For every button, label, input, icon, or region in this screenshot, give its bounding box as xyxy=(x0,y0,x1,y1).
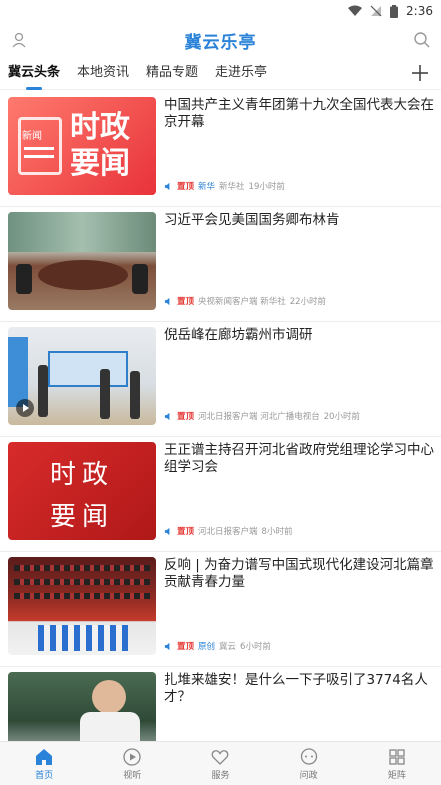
play-button-icon[interactable] xyxy=(16,399,34,417)
article-meta: 置顶 新华 新华社 19小时前 xyxy=(164,180,285,192)
pinned-badge: 置顶 xyxy=(177,527,195,537)
article-time: 6小时前 xyxy=(240,642,271,652)
article-item[interactable]: 反响 | 为奋力谱写中国式现代化建设河北篇章贡献青春力量 置顶 原创 冀云 6小… xyxy=(0,552,441,667)
wifi-icon xyxy=(348,5,363,16)
nav-label: 视听 xyxy=(123,770,142,781)
status-time: 2:36 xyxy=(406,4,433,18)
play-circle-icon xyxy=(123,747,141,766)
nav-services[interactable]: 服务 xyxy=(190,747,250,781)
home-icon xyxy=(36,748,53,765)
pinned-badge: 置顶 xyxy=(177,182,195,192)
speaker-icon[interactable] xyxy=(164,527,173,536)
article-time: 19小时前 xyxy=(248,182,285,192)
article-headline[interactable]: 习近平会见美国国务卿布林肯 xyxy=(164,212,435,229)
battery-icon xyxy=(390,4,399,18)
article-source: 冀云 xyxy=(219,642,237,652)
article-item[interactable]: 习近平会见美国国务卿布林肯 置顶 央视新闻客户端 新华社 22小时前 xyxy=(0,207,441,322)
speaker-icon[interactable] xyxy=(164,412,173,421)
nav-media[interactable]: 视听 xyxy=(102,747,162,781)
pinned-badge: 置顶 xyxy=(177,412,195,422)
article-headline[interactable]: 反响 | 为奋力谱写中国式现代化建设河北篇章贡献青春力量 xyxy=(164,557,435,591)
tab-local-news[interactable]: 本地资讯 xyxy=(77,58,129,90)
bottom-nav: 首页 视听 服务 问政 矩阵 xyxy=(0,741,441,785)
article-meta: 置顶 河北日报客户端 河北广播电视台 20小时前 xyxy=(164,410,360,422)
article-source: 河北日报客户端 xyxy=(198,527,258,537)
article-item[interactable]: 时政 要闻 王正谱主持召开河北省政府党组理论学习中心组学习会 置顶 河北日报客户… xyxy=(0,437,441,552)
article-item[interactable]: 倪岳峰在廊坊霸州市调研 置顶 河北日报客户端 河北广播电视台 20小时前 xyxy=(0,322,441,437)
user-icon[interactable] xyxy=(10,31,28,49)
article-list: 新闻 时政 要闻 中国共产主义青年团第十九次全国代表大会在京开幕 置顶 新华 新… xyxy=(0,92,441,741)
article-headline[interactable]: 扎堆来雄安！是什么一下子吸引了3774名人才？ xyxy=(164,672,435,706)
article-source: 新华社 xyxy=(219,182,245,192)
thumb-title-line1: 时政 xyxy=(70,110,130,145)
thumb-title-line2: 要闻 xyxy=(49,502,114,532)
pinned-badge: 置顶 xyxy=(177,642,195,652)
thumb-small-label: 新闻 xyxy=(22,131,42,142)
tab-about-laoting[interactable]: 走进乐亭 xyxy=(215,58,267,90)
article-meta: 置顶 原创 冀云 6小时前 xyxy=(164,640,271,652)
nav-home[interactable]: 首页 xyxy=(14,747,74,781)
tab-featured[interactable]: 精品专题 xyxy=(146,58,198,90)
article-thumbnail xyxy=(8,327,156,425)
grid-icon xyxy=(389,748,405,765)
pinned-badge: 置顶 xyxy=(177,297,195,307)
article-time: 20小时前 xyxy=(323,412,361,422)
thumb-title-line2: 要闻 xyxy=(70,146,130,181)
tab-headlines[interactable]: 冀云头条 xyxy=(8,58,60,90)
article-source: 央视新闻客户端 新华社 xyxy=(198,297,286,307)
speaker-icon[interactable] xyxy=(164,297,173,306)
speaker-icon[interactable] xyxy=(164,642,173,651)
source-badge: 新华 xyxy=(198,182,216,192)
nav-label: 矩阵 xyxy=(387,770,406,781)
article-meta: 置顶 河北日报客户端 8小时前 xyxy=(164,525,292,537)
no-signal-icon xyxy=(370,5,382,17)
add-channel-icon[interactable] xyxy=(409,62,431,84)
speaker-icon[interactable] xyxy=(164,182,173,191)
thumb-title-line1: 时政 xyxy=(49,460,114,490)
nav-matrix[interactable]: 矩阵 xyxy=(367,747,427,781)
status-bar: 2:36 xyxy=(0,0,441,22)
nav-label: 问政 xyxy=(299,770,318,781)
article-thumbnail xyxy=(8,212,156,310)
heart-icon xyxy=(212,749,229,765)
nav-inquiry[interactable]: 问政 xyxy=(279,747,339,781)
article-item[interactable]: 新闻 时政 要闻 中国共产主义青年团第十九次全国代表大会在京开幕 置顶 新华 新… xyxy=(0,92,441,207)
article-headline[interactable]: 倪岳峰在廊坊霸州市调研 xyxy=(164,327,435,344)
article-thumbnail: 时政 要闻 xyxy=(8,442,156,540)
article-source: 河北日报客户端 河北广播电视台 xyxy=(198,412,320,422)
article-time: 22小时前 xyxy=(289,297,327,307)
app-header: 冀云乐亭 xyxy=(0,22,441,58)
source-badge: 原创 xyxy=(198,642,216,652)
article-thumbnail xyxy=(8,672,156,741)
app-title: 冀云乐亭 xyxy=(184,32,257,53)
article-time: 8小时前 xyxy=(261,527,293,537)
chat-icon xyxy=(300,747,317,765)
article-headline[interactable]: 王正谱主持召开河北省政府党组理论学习中心组学习会 xyxy=(164,442,435,476)
article-thumbnail xyxy=(8,557,156,655)
article-thumbnail: 新闻 时政 要闻 xyxy=(8,97,156,195)
channel-tabs: 冀云头条 本地资讯 精品专题 走进乐亭 xyxy=(0,58,441,90)
nav-label: 首页 xyxy=(35,770,54,781)
article-headline[interactable]: 中国共产主义青年团第十九次全国代表大会在京开幕 xyxy=(164,97,435,131)
article-meta: 置顶 央视新闻客户端 新华社 22小时前 xyxy=(164,295,326,307)
article-item[interactable]: 扎堆来雄安！是什么一下子吸引了3774名人才？ xyxy=(0,667,441,741)
search-icon[interactable] xyxy=(413,31,431,49)
nav-label: 服务 xyxy=(211,770,230,781)
